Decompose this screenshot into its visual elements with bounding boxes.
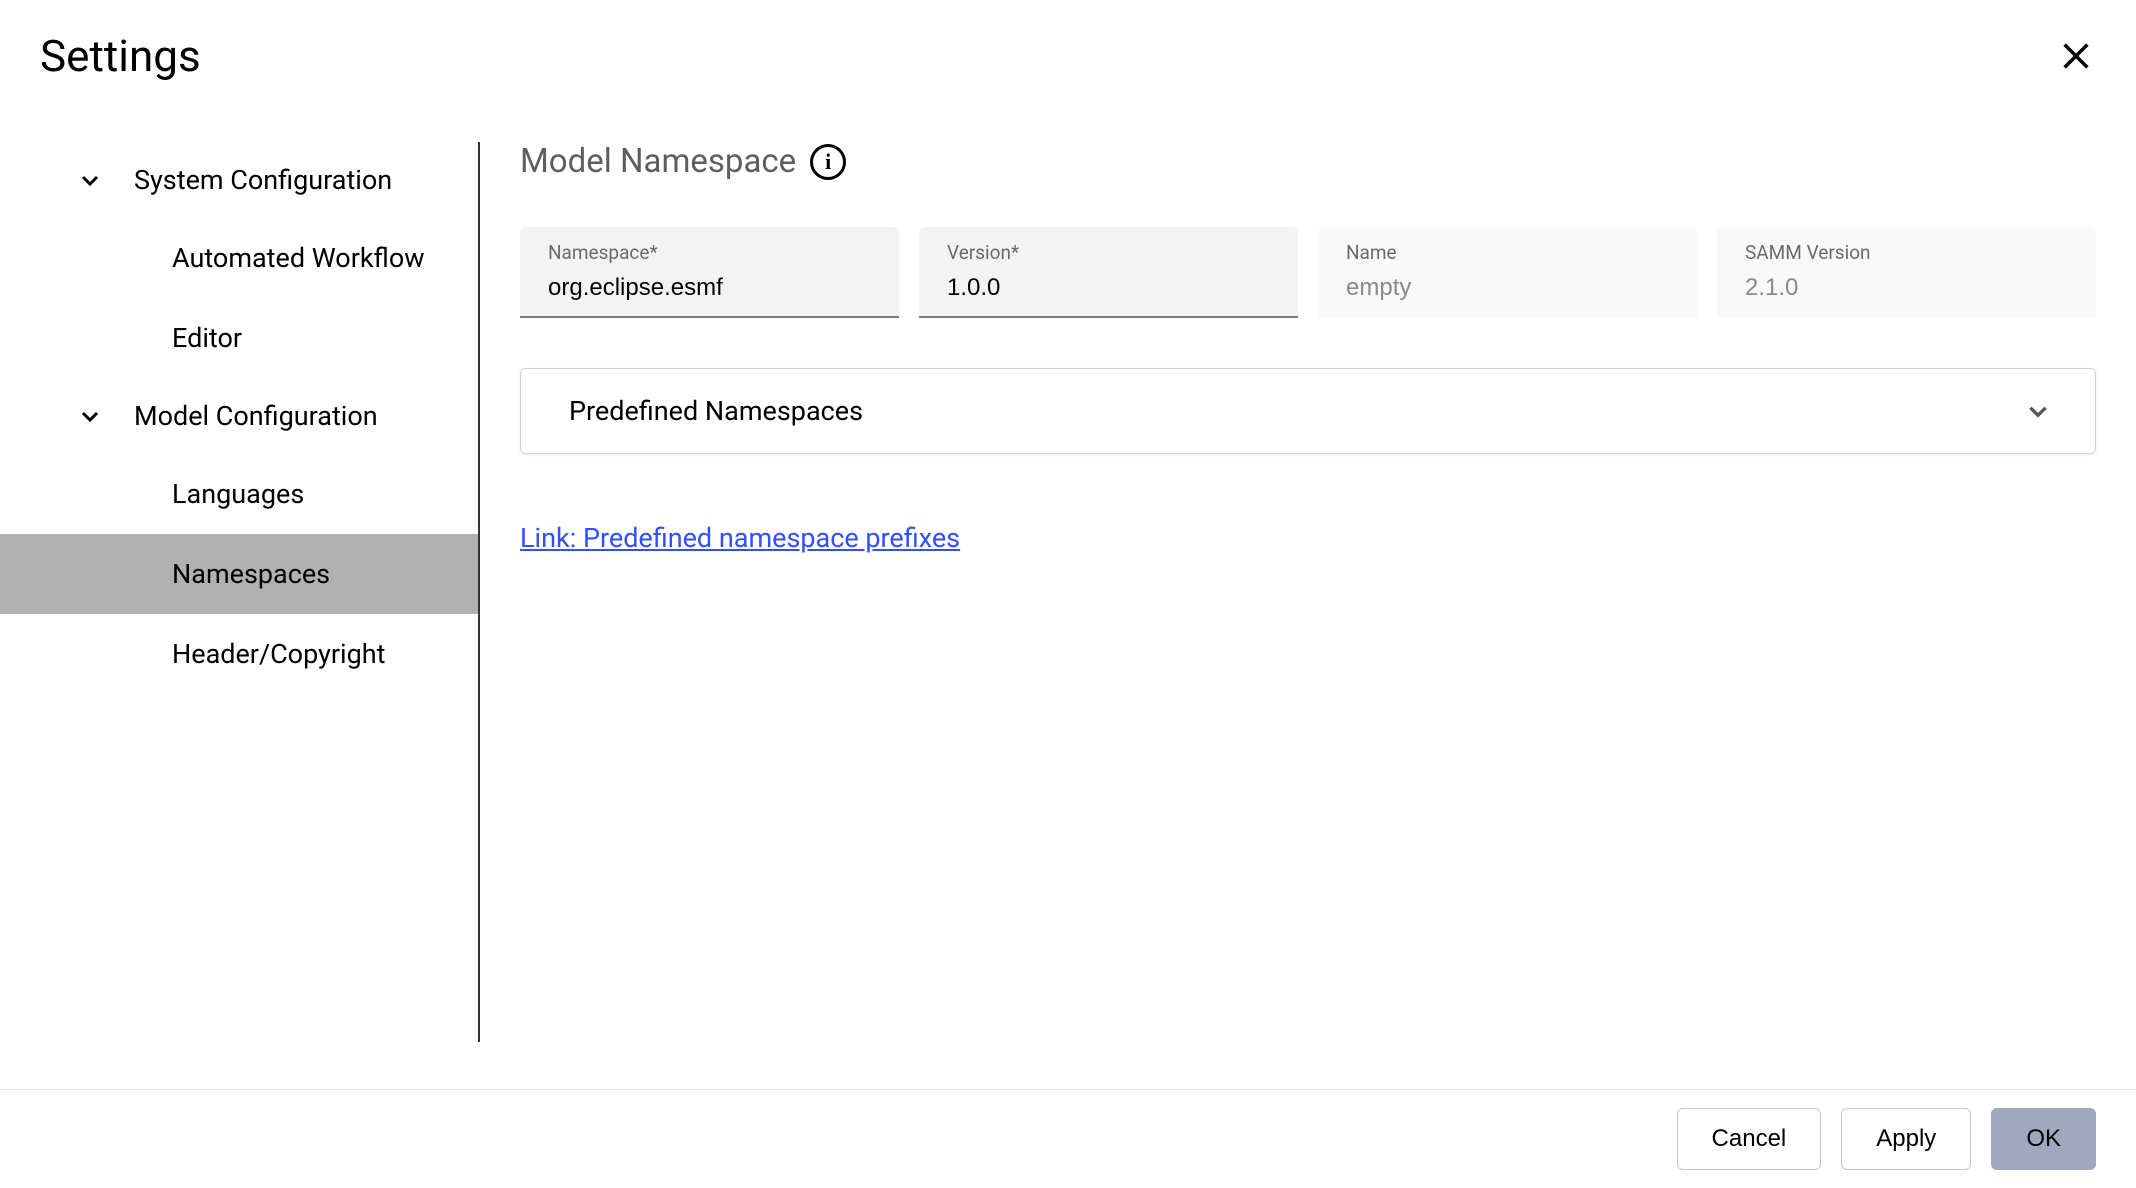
nav-group-label: System Configuration xyxy=(78,164,392,196)
nav-group-label: Model Configuration xyxy=(78,400,378,432)
sidebar: System Configuration Automated Workflow … xyxy=(0,92,480,1089)
info-icon[interactable]: i xyxy=(810,144,846,180)
predefined-namespace-prefixes-link[interactable]: Link: Predefined namespace prefixes xyxy=(520,522,960,554)
nav-item-automated-workflow[interactable]: Automated Workflow xyxy=(0,218,478,298)
version-input[interactable] xyxy=(947,270,1270,306)
close-button[interactable] xyxy=(2056,36,2096,76)
ok-button[interactable]: OK xyxy=(1991,1108,2096,1170)
chevron-down-icon xyxy=(78,168,102,192)
fields-row: Namespace* Version* Name SAMM Version xyxy=(520,227,2096,318)
field-label: Version* xyxy=(947,241,1270,264)
nav-item-languages[interactable]: Languages xyxy=(0,454,478,534)
name-field: Name xyxy=(1318,227,1697,318)
content-header: Model Namespace i xyxy=(520,142,2096,181)
content: Model Namespace i Namespace* Version* Na… xyxy=(480,92,2136,1089)
predefined-namespaces-accordion: Predefined Namespaces xyxy=(520,368,2096,454)
name-input xyxy=(1346,270,1669,306)
nav-item-namespaces[interactable]: Namespaces xyxy=(0,534,478,614)
cancel-button[interactable]: Cancel xyxy=(1677,1108,1822,1170)
namespace-input[interactable] xyxy=(548,270,871,306)
settings-dialog: Settings System Configuration Automated … xyxy=(0,0,2136,1188)
field-label: SAMM Version xyxy=(1745,241,2068,264)
link-row: Link: Predefined namespace prefixes xyxy=(520,522,2096,554)
content-title: Model Namespace xyxy=(520,142,796,181)
nav-group-model-configuration[interactable]: Model Configuration xyxy=(0,378,478,454)
nav-item-editor[interactable]: Editor xyxy=(0,298,478,378)
chevron-down-icon xyxy=(78,404,102,428)
samm-version-input xyxy=(1745,270,2068,306)
dialog-header: Settings xyxy=(0,0,2136,92)
sidebar-inner: System Configuration Automated Workflow … xyxy=(0,142,480,1042)
nav-group-system-configuration[interactable]: System Configuration xyxy=(0,142,478,218)
accordion-title: Predefined Namespaces xyxy=(569,395,863,427)
dialog-title: Settings xyxy=(40,30,201,82)
close-icon xyxy=(2059,39,2093,73)
dialog-body: System Configuration Automated Workflow … xyxy=(0,92,2136,1089)
namespace-field: Namespace* xyxy=(520,227,899,318)
samm-version-field: SAMM Version xyxy=(1717,227,2096,318)
chevron-down-icon xyxy=(2025,398,2051,424)
version-field: Version* xyxy=(919,227,1298,318)
nav-item-header-copyright[interactable]: Header/Copyright xyxy=(0,614,478,694)
accordion-header[interactable]: Predefined Namespaces xyxy=(521,369,2095,453)
apply-button[interactable]: Apply xyxy=(1841,1108,1971,1170)
dialog-footer: Cancel Apply OK xyxy=(0,1089,2136,1188)
field-label: Namespace* xyxy=(548,241,871,264)
field-label: Name xyxy=(1346,241,1669,264)
